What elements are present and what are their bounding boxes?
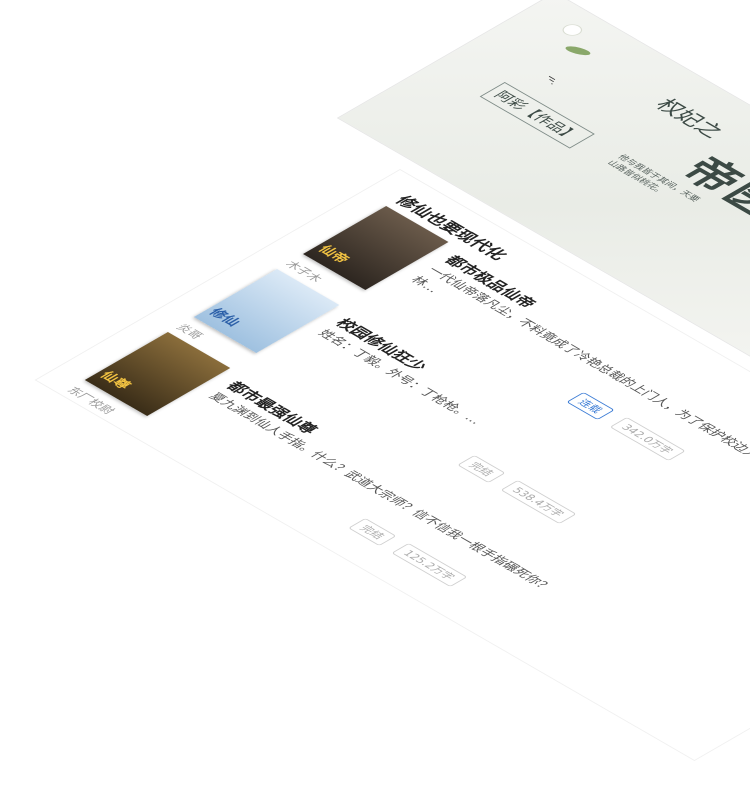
leaf-decoration bbox=[563, 44, 593, 57]
app-screenshot: 修仙也要现代化 仙帝 都市极品仙帝 一代仙帝落凡尘，不料竟成了冷艳总裁的上门人，… bbox=[0, 0, 750, 786]
banner-title: 帝医风华 bbox=[669, 150, 750, 273]
status-badge: 完结 bbox=[348, 518, 397, 546]
word-count-badge: 538.4万字 bbox=[500, 480, 577, 524]
status-badge: 完结 bbox=[457, 455, 506, 483]
flower-decoration bbox=[560, 23, 585, 37]
banner-pre-title: 权妃之 bbox=[649, 96, 729, 142]
word-count-badge: 125.2万字 bbox=[391, 543, 468, 587]
banner-author: 阿彩【作品】 bbox=[479, 82, 595, 149]
